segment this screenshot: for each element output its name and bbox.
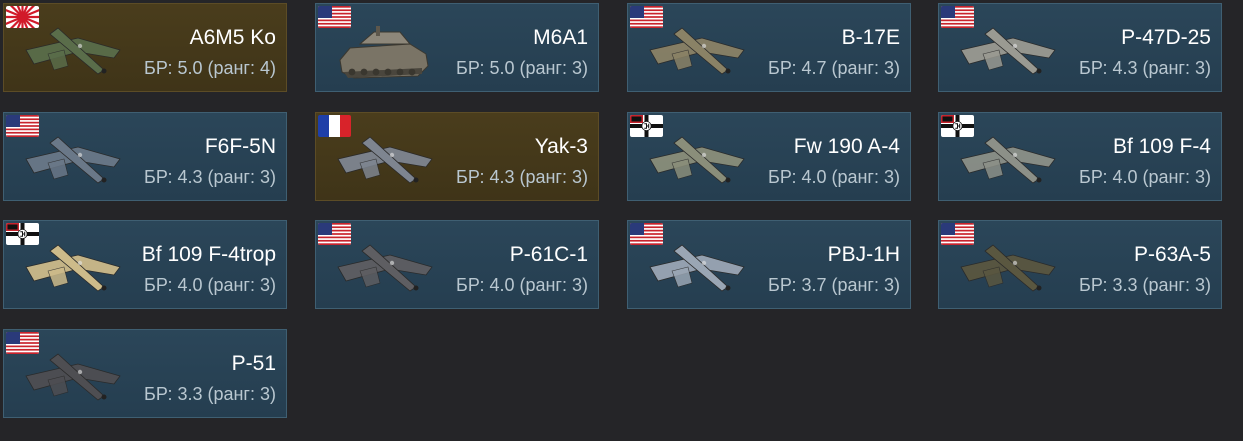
vehicle-card-m6a1[interactable]: M6A1 БР: 5.0 (ранг: 3) [315, 3, 599, 92]
vehicle-card-p-61c-1[interactable]: P-61C-1 БР: 4.0 (ранг: 3) [315, 220, 599, 309]
vehicle-br: БР: 3.3 (ранг: 3) [1079, 275, 1211, 295]
vehicle-card-fw-190-a-4[interactable]: Fw 190 A-4 БР: 4.0 (ранг: 3) [627, 112, 911, 201]
vehicle-grid: A6M5 Ko БР: 5.0 (ранг: 4) M6A1 БР: 5.0 (… [0, 0, 1243, 441]
vehicle-br: БР: 4.3 (ранг: 3) [456, 167, 588, 187]
vehicle-card-f6f-5n[interactable]: F6F-5N БР: 4.3 (ранг: 3) [3, 112, 287, 201]
vehicle-br: БР: 5.0 (ранг: 4) [144, 58, 276, 78]
vehicle-card-p-47d-25[interactable]: P-47D-25 БР: 4.3 (ранг: 3) [938, 3, 1222, 92]
vehicle-name: P-51 [231, 352, 276, 375]
plane-icon [18, 129, 130, 195]
vehicle-name: F6F-5N [204, 135, 276, 158]
plane-icon [642, 237, 754, 303]
vehicle-card-yak-3[interactable]: Yak-3 БР: 4.3 (ранг: 3) [315, 112, 599, 201]
vehicle-br: БР: 5.0 (ранг: 3) [456, 58, 588, 78]
plane-icon [18, 20, 130, 86]
vehicle-name: Fw 190 A-4 [793, 135, 900, 158]
plane-icon [330, 237, 442, 303]
plane-icon [953, 20, 1065, 86]
vehicle-name: A6M5 Ko [189, 26, 276, 49]
vehicle-card-a6m5-ko[interactable]: A6M5 Ko БР: 5.0 (ранг: 4) [3, 3, 287, 92]
tank-icon [330, 20, 442, 86]
vehicle-br: БР: 4.0 (ранг: 3) [456, 275, 588, 295]
vehicle-name: P-47D-25 [1121, 26, 1211, 49]
plane-icon [18, 346, 130, 412]
plane-icon [642, 129, 754, 195]
vehicle-br: БР: 4.3 (ранг: 3) [1079, 58, 1211, 78]
vehicle-br: БР: 3.7 (ранг: 3) [768, 275, 900, 295]
vehicle-card-pbj-1h[interactable]: PBJ-1H БР: 3.7 (ранг: 3) [627, 220, 911, 309]
vehicle-name: Bf 109 F-4 [1112, 135, 1211, 158]
vehicle-name: Bf 109 F-4trop [141, 243, 276, 266]
plane-icon [330, 129, 442, 195]
plane-icon [953, 129, 1065, 195]
vehicle-name: P-61C-1 [509, 243, 588, 266]
plane-icon [642, 20, 754, 86]
vehicle-card-p-51[interactable]: P-51 БР: 3.3 (ранг: 3) [3, 329, 287, 418]
vehicle-card-p-63a-5[interactable]: P-63A-5 БР: 3.3 (ранг: 3) [938, 220, 1222, 309]
plane-icon [18, 237, 130, 303]
vehicle-br: БР: 4.3 (ранг: 3) [144, 167, 276, 187]
vehicle-name: Yak-3 [534, 135, 588, 158]
vehicle-card-b-17e[interactable]: B-17E БР: 4.7 (ранг: 3) [627, 3, 911, 92]
vehicle-card-bf-109-f-4[interactable]: Bf 109 F-4 БР: 4.0 (ранг: 3) [938, 112, 1222, 201]
vehicle-br: БР: 4.0 (ранг: 3) [768, 167, 900, 187]
vehicle-br: БР: 4.0 (ранг: 3) [144, 275, 276, 295]
vehicle-name: P-63A-5 [1133, 243, 1211, 266]
vehicle-name: B-17E [841, 26, 900, 49]
vehicle-br: БР: 4.0 (ранг: 3) [1079, 167, 1211, 187]
vehicle-br: БР: 4.7 (ранг: 3) [768, 58, 900, 78]
vehicle-card-bf-109-f-4trop[interactable]: Bf 109 F-4trop БР: 4.0 (ранг: 3) [3, 220, 287, 309]
vehicle-br: БР: 3.3 (ранг: 3) [144, 384, 276, 404]
vehicle-name: M6A1 [533, 26, 588, 49]
vehicle-name: PBJ-1H [827, 243, 900, 266]
plane-icon [953, 237, 1065, 303]
